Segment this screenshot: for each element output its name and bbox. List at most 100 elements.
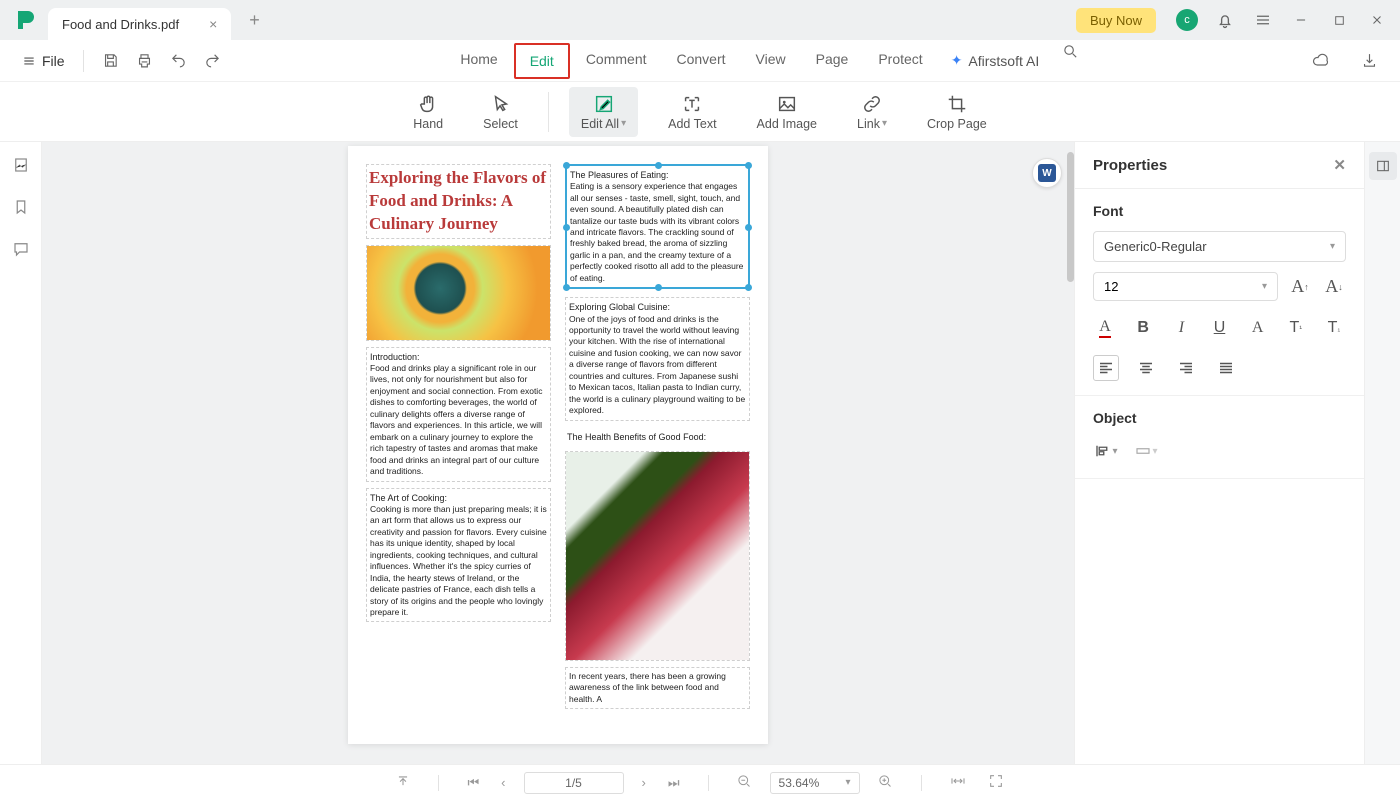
tool-select[interactable]: Select — [473, 89, 528, 135]
properties-title: Properties — [1093, 157, 1167, 174]
font-section-title: Font — [1093, 203, 1346, 219]
health-header[interactable]: The Health Benefits of Good Food: — [565, 429, 750, 445]
chevron-down-icon: ▾ — [882, 118, 887, 129]
chevron-down-icon: ▾ — [846, 777, 851, 788]
bookmark-icon[interactable] — [12, 198, 30, 216]
font-color-icon[interactable]: A — [1093, 315, 1117, 341]
menu-protect[interactable]: Protect — [864, 43, 936, 79]
subscript-icon[interactable]: T₁ — [1322, 315, 1346, 341]
menu-view[interactable]: View — [742, 43, 800, 79]
window-minimize-icon[interactable] — [1292, 11, 1310, 29]
status-bar: ⏮ ‹ 1/5 › ⏭ 53.64% ▾ — [0, 764, 1400, 800]
tool-hand[interactable]: Hand — [403, 89, 453, 135]
right-rail — [1364, 142, 1400, 764]
scroll-top-icon[interactable] — [392, 774, 414, 791]
intro-block[interactable]: Introduction: Food and drinks play a sig… — [366, 347, 551, 482]
page-indicator[interactable]: 1/5 — [524, 772, 624, 794]
chevron-down-icon: ▾ — [1330, 241, 1335, 252]
file-menu[interactable]: File — [14, 49, 73, 73]
last-page-icon[interactable]: ⏭ — [664, 775, 684, 791]
font-family-select[interactable]: Generic0-Regular ▾ — [1093, 231, 1346, 262]
document-viewport[interactable]: Exploring the Flavors of Food and Drinks… — [42, 142, 1074, 764]
new-tab-button[interactable]: + — [241, 10, 268, 31]
main-toolbar: File Home Edit Comment Convert View Page… — [0, 40, 1400, 82]
undo-icon[interactable] — [170, 52, 188, 70]
word-export-badge[interactable]: W — [1032, 158, 1062, 188]
comment-rail-icon[interactable] — [12, 240, 30, 258]
tool-add-image[interactable]: Add Image — [747, 89, 827, 135]
redo-icon[interactable] — [204, 52, 222, 70]
font-increase-icon[interactable]: A↑ — [1288, 275, 1312, 299]
menu-ai[interactable]: ✦ Afirstsoft AI — [939, 43, 1052, 79]
align-left-icon[interactable] — [1093, 355, 1119, 381]
save-icon[interactable] — [102, 52, 120, 70]
underline-icon[interactable]: U — [1207, 315, 1231, 341]
search-icon[interactable] — [1061, 43, 1079, 61]
print-icon[interactable] — [136, 52, 154, 70]
titlebar: Food and Drinks.pdf × + Buy Now c — [0, 0, 1400, 40]
fit-width-icon[interactable] — [946, 773, 970, 792]
bold-icon[interactable]: B — [1131, 315, 1155, 341]
tool-edit-all[interactable]: Edit All▾ — [569, 87, 638, 137]
panel-close-icon[interactable]: ✕ — [1333, 156, 1346, 174]
chevron-down-icon: ▾ — [621, 118, 626, 129]
align-justify-icon[interactable] — [1213, 355, 1239, 381]
tab-close-icon[interactable]: × — [209, 16, 217, 32]
fit-page-icon[interactable] — [984, 773, 1008, 792]
menu-home[interactable]: Home — [446, 43, 511, 79]
object-distribute-icon[interactable]: ▾ — [1133, 438, 1159, 464]
sparkle-icon: ✦ — [951, 52, 963, 69]
font-decrease-icon[interactable]: A↓ — [1322, 275, 1346, 299]
left-rail — [0, 142, 42, 764]
document-tab[interactable]: Food and Drinks.pdf × — [48, 8, 231, 40]
zoom-out-icon[interactable] — [733, 774, 756, 792]
hamburger-icon[interactable] — [1254, 11, 1272, 29]
menu-page[interactable]: Page — [802, 43, 863, 79]
object-section-title: Object — [1093, 410, 1346, 426]
share-icon[interactable] — [1360, 52, 1378, 70]
menu-convert[interactable]: Convert — [663, 43, 740, 79]
prev-page-icon[interactable]: ‹ — [497, 775, 509, 790]
vertical-scrollbar[interactable] — [1067, 152, 1074, 282]
collapse-panel-icon[interactable] — [1369, 152, 1397, 180]
tab-title: Food and Drinks.pdf — [62, 17, 179, 32]
pdf-page: Exploring the Flavors of Food and Drinks… — [348, 146, 768, 744]
workspace: Exploring the Flavors of Food and Drinks… — [0, 142, 1400, 764]
tool-crop-page[interactable]: Crop Page — [917, 89, 997, 135]
wine-image[interactable] — [565, 451, 750, 661]
menu-comment[interactable]: Comment — [572, 43, 661, 79]
bell-icon[interactable] — [1216, 11, 1234, 29]
hamburger-icon — [22, 54, 36, 68]
tool-add-text[interactable]: Add Text — [658, 89, 726, 135]
health-block[interactable]: In recent years, there has been a growin… — [565, 667, 750, 709]
align-center-icon[interactable] — [1133, 355, 1159, 381]
edit-ribbon: Hand Select Edit All▾ Add Text Add Image… — [0, 82, 1400, 142]
zoom-select[interactable]: 53.64% ▾ — [770, 772, 860, 794]
main-menu: Home Edit Comment Convert View Page Prot… — [230, 43, 1304, 79]
thumbnails-icon[interactable] — [12, 156, 30, 174]
superscript-icon[interactable]: T¹ — [1284, 315, 1308, 341]
menu-edit[interactable]: Edit — [514, 43, 570, 79]
tool-link[interactable]: Link▾ — [847, 89, 897, 135]
font-size-select[interactable]: 12 ▾ — [1093, 272, 1278, 301]
chevron-down-icon: ▾ — [1262, 281, 1267, 292]
next-page-icon[interactable]: › — [638, 775, 650, 790]
first-page-icon[interactable]: ⏮ — [463, 775, 483, 791]
text-icon[interactable]: A — [1246, 315, 1270, 341]
align-right-icon[interactable] — [1173, 355, 1199, 381]
global-block[interactable]: Exploring Global Cuisine: One of the joy… — [565, 297, 750, 420]
pleasures-block-selected[interactable]: The Pleasures of Eating: Eating is a sen… — [565, 164, 750, 289]
food-image[interactable] — [366, 245, 551, 341]
italic-icon[interactable]: I — [1169, 315, 1193, 341]
user-avatar[interactable]: c — [1176, 9, 1198, 31]
cloud-icon[interactable] — [1312, 52, 1330, 70]
art-block[interactable]: The Art of Cooking: Cooking is more than… — [366, 488, 551, 623]
window-close-icon[interactable] — [1368, 11, 1386, 29]
zoom-in-icon[interactable] — [874, 774, 897, 792]
doc-title[interactable]: Exploring the Flavors of Food and Drinks… — [366, 164, 551, 239]
buy-now-button[interactable]: Buy Now — [1076, 8, 1156, 33]
app-logo-icon — [14, 8, 38, 32]
properties-panel: Properties ✕ Font Generic0-Regular ▾ 12 … — [1074, 142, 1364, 764]
window-maximize-icon[interactable] — [1330, 11, 1348, 29]
object-align-icon[interactable]: ▾ — [1093, 438, 1119, 464]
